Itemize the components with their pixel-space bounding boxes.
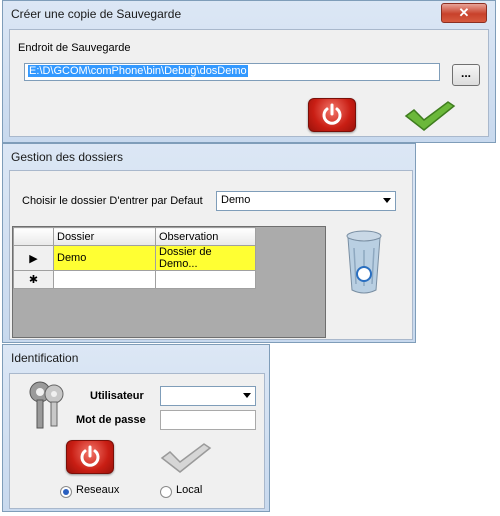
folders-grid: Dossier Observation ▶ Demo Dossier de De… [12, 226, 326, 338]
check-icon [160, 443, 212, 473]
user-select[interactable] [160, 386, 256, 406]
login-power-button[interactable] [66, 440, 114, 474]
password-field[interactable] [160, 410, 256, 430]
check-icon [404, 101, 456, 131]
column-header-observation[interactable]: Observation [155, 227, 256, 246]
default-folder-value: Demo [221, 194, 251, 206]
table-header-row: Dossier Observation [13, 227, 256, 246]
backup-panel: Endroit de Sauvegarde E:\D\GCOM\comPhone… [9, 29, 489, 137]
login-panel: Utilisateur Mot de passe Reseaux Local [9, 373, 265, 509]
recycle-bin-icon[interactable] [344, 226, 384, 296]
table-new-row[interactable]: ✱ [13, 270, 256, 289]
confirm-check-button[interactable] [404, 100, 456, 132]
chevron-down-icon[interactable] [243, 393, 251, 398]
close-button[interactable]: ✕ [441, 3, 487, 23]
table-row[interactable]: ▶ Demo Dossier de Demo... [13, 245, 256, 271]
folders-table: Dossier Observation ▶ Demo Dossier de De… [13, 227, 256, 289]
column-header-dossier[interactable]: Dossier [53, 227, 156, 246]
backup-location-label: Endroit de Sauvegarde [18, 42, 131, 54]
row-header-corner [13, 227, 54, 246]
chevron-down-icon[interactable] [383, 198, 391, 203]
new-row-marker[interactable]: ✱ [13, 270, 54, 289]
backup-path-input[interactable]: E:\D\GCOM\comPhone\bin\Debug\dosDemo [24, 63, 440, 81]
backup-window-title: Créer une copie de Sauvegarde [11, 7, 182, 21]
browse-button[interactable]: ... [452, 64, 480, 86]
login-window-title: Identification [11, 351, 79, 365]
power-icon [80, 445, 100, 467]
cell-observation[interactable]: Dossier de Demo... [155, 245, 256, 271]
keys-icon [29, 381, 64, 429]
radio-network[interactable] [60, 486, 72, 498]
radio-network-label: Reseaux [76, 484, 120, 496]
login-window: Identification Utilisateur Mot de passe [2, 344, 270, 512]
radio-local-label: Local [176, 484, 203, 496]
cell-dossier[interactable]: Demo [53, 245, 156, 271]
cancel-power-button[interactable] [308, 98, 356, 132]
new-cell-dossier[interactable] [53, 270, 156, 289]
default-folder-label: Choisir le dossier D'entrer par Defaut [22, 195, 203, 207]
row-selector-marker[interactable]: ▶ [13, 245, 54, 271]
user-label: Utilisateur [90, 390, 144, 402]
radio-local[interactable] [160, 486, 172, 498]
folders-window-title: Gestion des dossiers [11, 150, 124, 164]
backup-window: Créer une copie de Sauvegarde ✕ Endroit … [2, 0, 496, 143]
login-check-button[interactable] [160, 442, 212, 474]
default-folder-select[interactable]: Demo [216, 191, 396, 211]
power-icon [322, 103, 342, 125]
new-cell-observation[interactable] [155, 270, 256, 289]
backup-path-value: E:\D\GCOM\comPhone\bin\Debug\dosDemo [28, 65, 248, 77]
password-label: Mot de passe [76, 414, 146, 426]
